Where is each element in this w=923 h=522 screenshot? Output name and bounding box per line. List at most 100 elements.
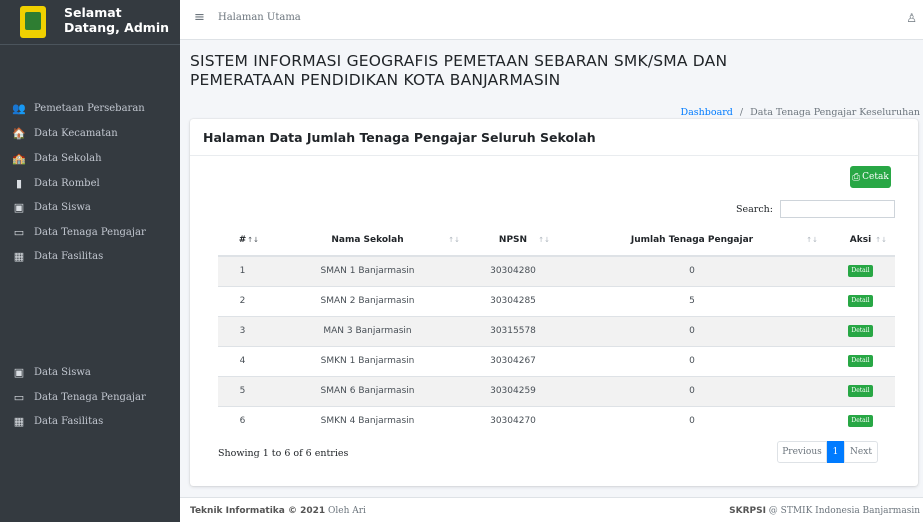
table-header-row: # ↑↓ Nama Sekolah ↑↓ NPSN ↑↓ Jumlah Tenaga …: [218, 225, 895, 257]
home-link[interactable]: Halaman Utama: [218, 12, 301, 23]
cell-aksi: Detail: [826, 285, 895, 316]
sidebar-item-data-sekolah[interactable]: 🏫 Data Sekolah: [0, 146, 180, 170]
table-icon: ▦: [13, 249, 25, 263]
sort-icon: ↑↓: [448, 236, 460, 244]
teacher-board-icon: ▭: [13, 225, 25, 239]
sidebar: Selamat Datang, Admin 👥 Pemetaan Perseba…: [0, 0, 180, 522]
id-card-icon: ▣: [13, 365, 25, 379]
pagination-previous[interactable]: Previous: [777, 441, 827, 463]
col-header-npsn[interactable]: NPSN ↑↓: [468, 225, 558, 257]
footer-credit-bold: Teknik Informatika © 2021: [190, 506, 326, 516]
cell-nama-sekolah: SMAN 1 Banjarmasin: [267, 255, 468, 286]
sidebar-item-data-fasilitas[interactable]: ▦ Data Fasilitas: [0, 244, 180, 268]
cell-aksi: Detail: [826, 375, 895, 406]
sidebar-item-label: Data Siswa: [34, 366, 91, 378]
sidebar-item-label: Data Sekolah: [34, 152, 102, 164]
card-header: Halaman Data Jumlah Tenaga Pengajar Selu…: [190, 119, 918, 156]
sort-icon: ↑↓: [538, 236, 550, 244]
cell-jumlah: 0: [558, 255, 826, 286]
pagination-next[interactable]: Next: [844, 441, 878, 463]
cell-no: 6: [218, 405, 267, 436]
cell-npsn: 30304267: [468, 345, 558, 376]
pagination: Previous 1 Next: [777, 441, 878, 463]
col-header-aksi[interactable]: Aksi ↑↓: [826, 225, 895, 257]
sidebar-item-data-rombel[interactable]: ▮ Data Rombel: [0, 171, 180, 195]
footer: Teknik Informatika © 2021 Oleh Ari SKRPS…: [180, 497, 923, 522]
sidebar-item-data-siswa-lower[interactable]: ▣ Data Siswa: [0, 360, 180, 384]
cell-npsn: 30315578: [468, 315, 558, 346]
data-card: Halaman Data Jumlah Tenaga Pengajar Selu…: [190, 119, 918, 486]
detail-button[interactable]: Detail: [848, 265, 873, 278]
detail-button[interactable]: Detail: [848, 415, 873, 428]
sidebar-item-pemetaan-persebaran[interactable]: 👥 Pemetaan Persebaran: [0, 96, 180, 120]
sidebar-item-label: Data Siswa: [34, 201, 91, 213]
cell-no: 5: [218, 375, 267, 406]
cell-npsn: 30304285: [468, 285, 558, 316]
sidebar-brand[interactable]: Selamat Datang, Admin: [0, 0, 180, 45]
sort-icon: ↑↓: [875, 236, 887, 244]
breadcrumb: Dashboard / Data Tenaga Pengajar Keselur…: [681, 107, 921, 118]
sidebar-item-label: Data Fasilitas: [34, 415, 104, 427]
cell-npsn: 30304280: [468, 255, 558, 286]
sidebar-item-label: Pemetaan Persebaran: [34, 102, 145, 114]
col-header-no[interactable]: # ↑↓: [218, 225, 267, 257]
table-row: 1 SMAN 1 Banjarmasin 30304280 0 Detail: [218, 255, 895, 286]
page-title: SISTEM INFORMASI GEOGRAFIS PEMETAAN SEBA…: [190, 52, 728, 89]
user-icon[interactable]: ♙: [906, 11, 917, 25]
detail-button[interactable]: Detail: [848, 385, 873, 397]
top-navbar: ≡ Halaman Utama ♙: [180, 0, 923, 40]
cell-nama-sekolah: SMKN 4 Banjarmasin: [267, 405, 468, 436]
brand-title: Selamat Datang, Admin: [64, 5, 169, 35]
breadcrumb-dashboard-link[interactable]: Dashboard: [681, 107, 733, 118]
breadcrumb-separator: /: [739, 107, 744, 118]
footer-credit-author: Oleh Ari: [325, 506, 366, 516]
cell-aksi: Detail: [826, 315, 895, 346]
table-row: 6 SMKN 4 Banjarmasin 30304270 0 Detail: [218, 405, 895, 436]
table-row: 5 SMAN 6 Banjarmasin 30304259 0 Detail: [218, 375, 895, 406]
sidebar-item-label: Data Fasilitas: [34, 250, 104, 262]
sidebar-item-data-tenaga-pengajar[interactable]: ▭ Data Tenaga Pengajar: [0, 220, 180, 244]
sidebar-item-label: Data Kecamatan: [34, 127, 118, 139]
sidebar-item-label: Data Tenaga Pengajar: [34, 226, 146, 238]
cell-npsn: 30304259: [468, 375, 558, 406]
cell-nama-sekolah: SMAN 2 Banjarmasin: [267, 285, 468, 316]
sidebar-item-data-kecamatan[interactable]: 🏠 Data Kecamatan: [0, 121, 180, 145]
table-icon: ▦: [13, 414, 25, 428]
cell-no: 4: [218, 345, 267, 376]
col-header-jumlah-tenaga-pengajar[interactable]: Jumlah Tenaga Pengajar ↑↓: [558, 225, 826, 257]
sidebar-item-data-siswa[interactable]: ▣ Data Siswa: [0, 195, 180, 219]
cell-no: 2: [218, 285, 267, 316]
search-input[interactable]: [780, 200, 895, 218]
teacher-board-icon: ▭: [13, 390, 25, 404]
footer-credit: Teknik Informatika © 2021 Oleh Ari: [190, 506, 366, 516]
card-title: Halaman Data Jumlah Tenaga Pengajar Selu…: [203, 130, 596, 145]
cell-nama-sekolah: SMKN 1 Banjarmasin: [267, 345, 468, 376]
teachers-table: # ↑↓ Nama Sekolah ↑↓ NPSN ↑↓ Jumlah Tenaga …: [218, 225, 895, 436]
sidebar-item-data-fasilitas-lower[interactable]: ▦ Data Fasilitas: [0, 409, 180, 433]
cell-nama-sekolah: MAN 3 Banjarmasin: [267, 315, 468, 346]
cell-jumlah: 0: [558, 315, 826, 346]
detail-button[interactable]: Detail: [848, 355, 873, 367]
book-icon: ▮: [15, 176, 23, 190]
sort-icon: ↑↓: [247, 236, 259, 244]
sort-icon: ↑↓: [806, 236, 818, 244]
city-emblem-logo: [20, 6, 46, 38]
users-icon: 👥: [12, 101, 26, 115]
footer-institution-bold: SKRPSI: [729, 506, 766, 516]
printer-icon: ⎙: [852, 171, 861, 183]
cell-jumlah: 0: [558, 375, 826, 406]
print-button[interactable]: ⎙ Cetak: [850, 166, 891, 188]
detail-button[interactable]: Detail: [848, 295, 873, 307]
pagination-page-1[interactable]: 1: [827, 441, 844, 463]
breadcrumb-current: Data Tenaga Pengajar Keseluruhan: [750, 107, 920, 118]
cell-aksi: Detail: [826, 255, 895, 286]
menu-toggle-icon[interactable]: ≡: [194, 10, 205, 25]
sidebar-item-data-tenaga-pengajar-lower[interactable]: ▭ Data Tenaga Pengajar: [0, 385, 180, 409]
search-label: Search:: [736, 204, 773, 215]
sidebar-item-partial: [0, 346, 180, 354]
detail-button[interactable]: Detail: [848, 325, 873, 337]
cell-aksi: Detail: [826, 345, 895, 376]
col-header-nama-sekolah[interactable]: Nama Sekolah ↑↓: [267, 225, 468, 257]
table-row: 3 MAN 3 Banjarmasin 30315578 0 Detail: [218, 315, 895, 346]
cell-nama-sekolah: SMAN 6 Banjarmasin: [267, 375, 468, 406]
